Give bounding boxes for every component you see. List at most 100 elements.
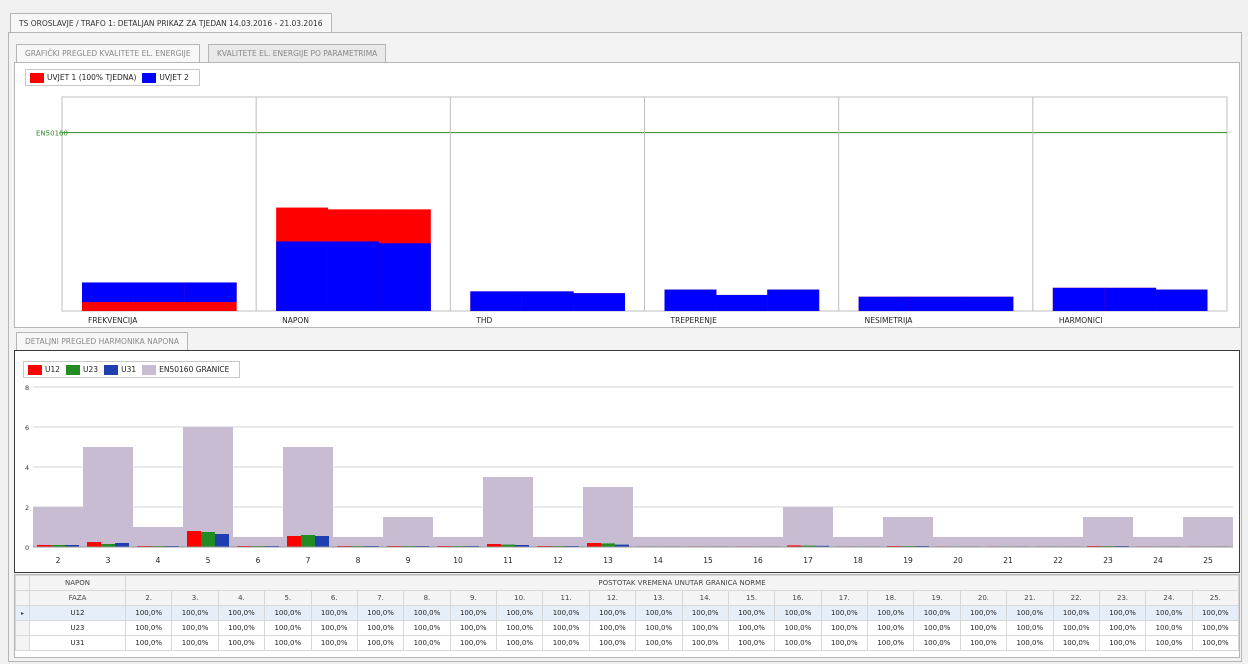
table-cell[interactable]: 100,0% xyxy=(681,620,729,636)
table-cell[interactable]: 100,0% xyxy=(124,620,173,636)
table-cell[interactable]: 100,0% xyxy=(774,620,822,636)
table-cell[interactable]: 100,0% xyxy=(1006,635,1054,651)
table-cell[interactable]: 100,0% xyxy=(866,635,915,651)
table-cell[interactable]: 100,0% xyxy=(588,620,637,636)
tab-harmonics-detail[interactable]: DETALJNI PREGLED HARMONIKA NAPONA xyxy=(16,332,188,350)
table-cell[interactable]: 100,0% xyxy=(913,635,961,651)
table-cell[interactable]: 100,0% xyxy=(820,605,869,621)
table-cell[interactable]: 100,0% xyxy=(774,605,822,621)
table-cell[interactable]: 100,0% xyxy=(403,605,451,621)
table-cell[interactable]: 100,0% xyxy=(356,635,405,651)
table-cell[interactable]: 100,0% xyxy=(495,605,544,621)
row-phase-label[interactable]: U12 xyxy=(29,605,126,621)
table-cell[interactable]: 100,0% xyxy=(542,620,590,636)
table-cell[interactable]: 100,0% xyxy=(217,635,266,651)
row-selector-arrow-icon[interactable]: ▸ xyxy=(15,605,30,621)
table-cell[interactable]: 100,0% xyxy=(1145,605,1193,621)
table-cell[interactable]: 100,0% xyxy=(356,620,405,636)
header-col-17[interactable]: 17. xyxy=(820,590,869,606)
table-cell[interactable]: 100,0% xyxy=(264,635,312,651)
table-cell[interactable]: 100,0% xyxy=(727,635,776,651)
table-cell[interactable]: 100,0% xyxy=(449,635,498,651)
table-cell[interactable]: 100,0% xyxy=(588,605,637,621)
table-cell[interactable]: 100,0% xyxy=(264,620,312,636)
table-cell[interactable]: 100,0% xyxy=(727,620,776,636)
header-col-2[interactable]: 2. xyxy=(124,590,173,606)
table-cell[interactable]: 100,0% xyxy=(1052,620,1100,636)
table-cell[interactable]: 100,0% xyxy=(866,605,915,621)
table-row[interactable]: U31 100,0% 100,0% 100,0% 100,0% 100,0% 100,0% 1… xyxy=(15,635,1240,651)
header-col-13[interactable]: 13. xyxy=(635,590,683,606)
header-col-5[interactable]: 5. xyxy=(264,590,312,606)
table-cell[interactable]: 100,0% xyxy=(959,605,1008,621)
table-cell[interactable]: 100,0% xyxy=(635,635,683,651)
row-phase-label[interactable]: U31 xyxy=(29,635,126,651)
row-phase-label[interactable]: U23 xyxy=(29,620,126,636)
table-cell[interactable]: 100,0% xyxy=(774,635,822,651)
table-cell[interactable]: 100,0% xyxy=(1098,620,1147,636)
table-cell[interactable]: 100,0% xyxy=(356,605,405,621)
header-col-9[interactable]: 9. xyxy=(449,590,498,606)
header-col-24[interactable]: 24. xyxy=(1145,590,1193,606)
table-cell[interactable]: 100,0% xyxy=(449,605,498,621)
table-cell[interactable]: 100,0% xyxy=(403,635,451,651)
table-cell[interactable]: 100,0% xyxy=(635,620,683,636)
table-cell[interactable]: 100,0% xyxy=(1052,635,1100,651)
header-col-22[interactable]: 22. xyxy=(1052,590,1100,606)
table-cell[interactable]: 100,0% xyxy=(171,620,219,636)
header-col-15[interactable]: 15. xyxy=(727,590,776,606)
table-cell[interactable]: 100,0% xyxy=(1191,635,1240,651)
table-cell[interactable]: 100,0% xyxy=(913,620,961,636)
table-cell[interactable]: 100,0% xyxy=(820,620,869,636)
row-selector[interactable] xyxy=(15,620,30,636)
tab-graphic-overview[interactable]: GRAFIČKI PREGLED KVALITETE EL. ENERGIJE xyxy=(16,44,200,62)
table-cell[interactable]: 100,0% xyxy=(495,635,544,651)
table-cell[interactable]: 100,0% xyxy=(1006,620,1054,636)
header-col-12[interactable]: 12. xyxy=(588,590,637,606)
table-row[interactable]: ▸ U12 100,0% 100,0% 100,0% 100,0% 100,0% 100,0%… xyxy=(15,605,1240,621)
row-selector[interactable] xyxy=(15,635,30,651)
header-col-20[interactable]: 20. xyxy=(959,590,1008,606)
table-row[interactable]: U23 100,0% 100,0% 100,0% 100,0% 100,0% 100,0% 1… xyxy=(15,620,1240,636)
table-cell[interactable]: 100,0% xyxy=(727,605,776,621)
header-col-23[interactable]: 23. xyxy=(1098,590,1147,606)
header-col-7[interactable]: 7. xyxy=(356,590,405,606)
header-col-18[interactable]: 18. xyxy=(866,590,915,606)
table-cell[interactable]: 100,0% xyxy=(1052,605,1100,621)
table-cell[interactable]: 100,0% xyxy=(866,620,915,636)
header-col-19[interactable]: 19. xyxy=(913,590,961,606)
header-col-10[interactable]: 10. xyxy=(495,590,544,606)
table-cell[interactable]: 100,0% xyxy=(217,605,266,621)
table-cell[interactable]: 100,0% xyxy=(588,635,637,651)
table-cell[interactable]: 100,0% xyxy=(1145,620,1193,636)
table-cell[interactable]: 100,0% xyxy=(264,605,312,621)
header-col-4[interactable]: 4. xyxy=(217,590,266,606)
header-col-25[interactable]: 25. xyxy=(1191,590,1240,606)
header-col-14[interactable]: 14. xyxy=(681,590,729,606)
table-cell[interactable]: 100,0% xyxy=(542,605,590,621)
header-col-11[interactable]: 11. xyxy=(542,590,590,606)
table-cell[interactable]: 100,0% xyxy=(1191,605,1240,621)
table-cell[interactable]: 100,0% xyxy=(959,635,1008,651)
table-cell[interactable]: 100,0% xyxy=(959,620,1008,636)
header-col-21[interactable]: 21. xyxy=(1006,590,1054,606)
tab-detail-view[interactable]: TS OROSLAVJE / TRAFO 1: DETALJAN PRIKAZ … xyxy=(10,13,332,33)
tab-parameters[interactable]: KVALITETE EL. ENERGIJE PO PARAMETRIMA xyxy=(208,44,387,62)
table-cell[interactable]: 100,0% xyxy=(124,635,173,651)
table-cell[interactable]: 100,0% xyxy=(310,605,358,621)
table-cell[interactable]: 100,0% xyxy=(124,605,173,621)
table-cell[interactable]: 100,0% xyxy=(913,605,961,621)
table-cell[interactable]: 100,0% xyxy=(1145,635,1193,651)
table-cell[interactable]: 100,0% xyxy=(1006,605,1054,621)
table-cell[interactable]: 100,0% xyxy=(681,605,729,621)
table-cell[interactable]: 100,0% xyxy=(171,605,219,621)
table-cell[interactable]: 100,0% xyxy=(635,605,683,621)
table-cell[interactable]: 100,0% xyxy=(495,620,544,636)
table-cell[interactable]: 100,0% xyxy=(1098,635,1147,651)
header-col-6[interactable]: 6. xyxy=(310,590,358,606)
header-col-16[interactable]: 16. xyxy=(774,590,822,606)
header-col-8[interactable]: 8. xyxy=(403,590,451,606)
table-cell[interactable]: 100,0% xyxy=(820,635,869,651)
table-cell[interactable]: 100,0% xyxy=(1191,620,1240,636)
table-cell[interactable]: 100,0% xyxy=(310,635,358,651)
